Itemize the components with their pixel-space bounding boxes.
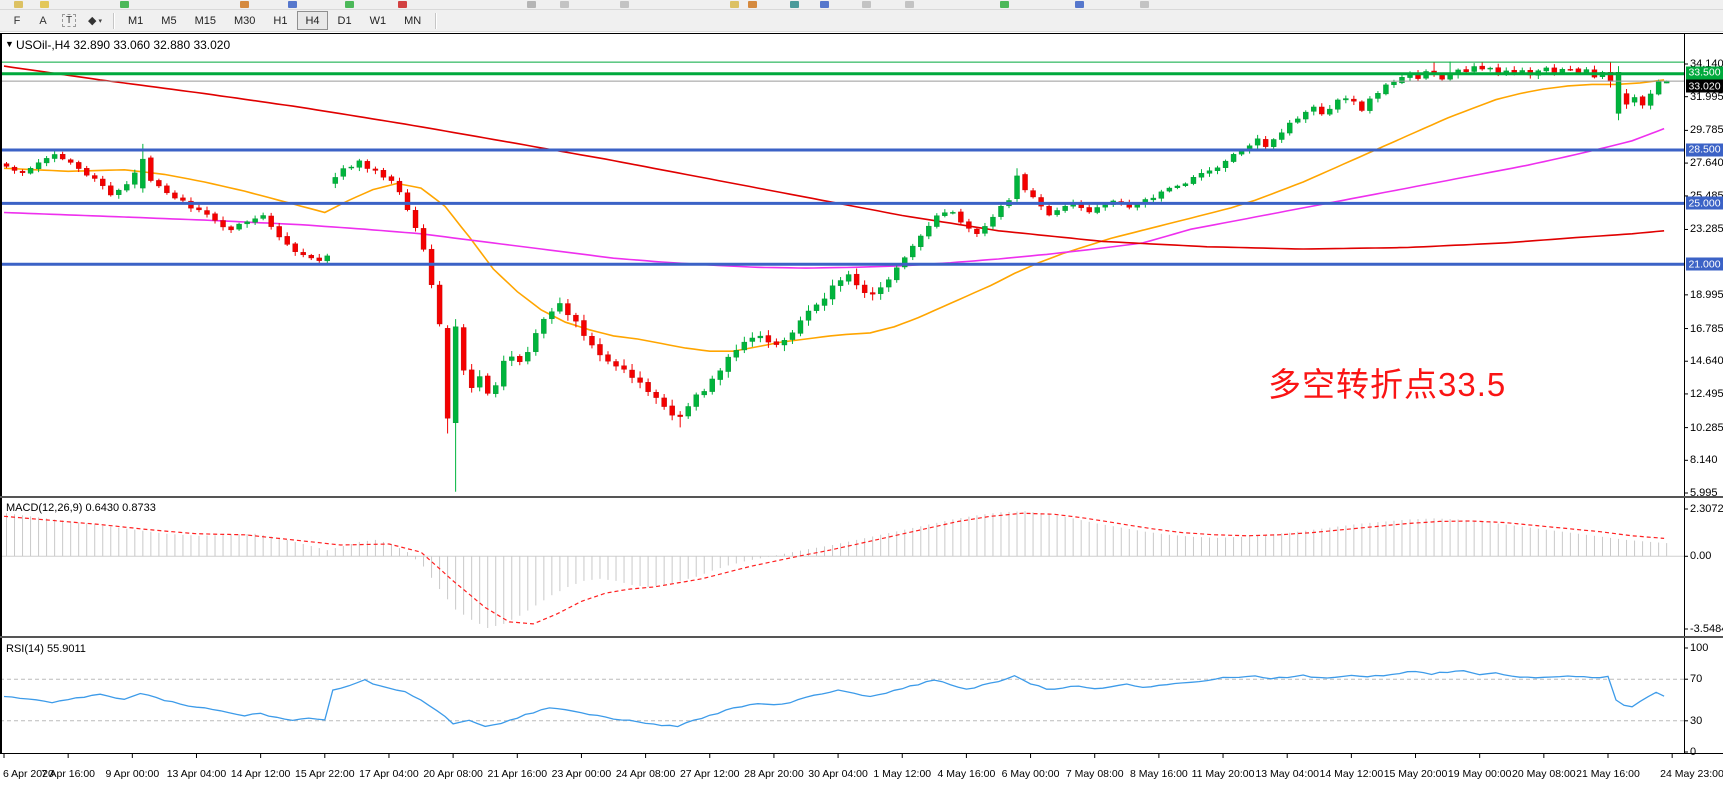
time-tick-label: 13 May 04:00 [1255,768,1319,780]
time-tick-label: 14 Apr 12:00 [231,768,291,780]
price-tick-label: 10.285 [1690,422,1723,434]
pane-separator-rsi[interactable] [0,636,1723,638]
chart-left-border [0,33,2,753]
time-tick-label: 9 Apr 00:00 [105,768,159,780]
price-tick-label: 12.495 [1690,388,1723,400]
price-line-badge: 33.500 [1686,66,1723,79]
rsi-tick-label: 70 [1690,673,1702,685]
time-tick-label: 17 Apr 04:00 [359,768,419,780]
price-tick-label: 14.640 [1690,355,1723,367]
rsi-pane [0,671,1684,727]
macd-indicator-label: MACD(12,26,9) 0.6430 0.8733 [6,502,156,514]
mt4-window: FAT◆▾ M1M5M15M30H1H4D1W1MN ▼ USOil-,H4 3… [0,0,1723,786]
rsi-tick-label: 30 [1690,715,1702,727]
price-tick-label: 8.140 [1690,454,1718,466]
macd-signal-line [4,513,1664,624]
chart-annotation-text: 多空转折点33.5 [1268,358,1506,406]
rsi-tick-label: 0 [1690,746,1696,758]
rsi-tick-label: 100 [1690,642,1708,654]
price-tick-label: 23.285 [1690,223,1723,235]
time-tick-label: 24 Apr 08:00 [616,768,676,780]
time-axis-border [0,753,1723,754]
price-tick-label: 27.640 [1690,157,1723,169]
time-tick-label: 14 May 12:00 [1320,768,1384,780]
time-tick-label: 7 May 08:00 [1066,768,1124,780]
candles-layer [4,62,1669,492]
price-line-badge: 25.000 [1686,197,1723,210]
rsi-indicator-label: RSI(14) 55.9011 [6,643,86,655]
price-line-badge: 28.500 [1686,143,1723,156]
price-line-badge: 21.000 [1686,258,1723,271]
horizontal-lines-layer [0,62,1684,264]
time-tick-label: 28 Apr 20:00 [744,768,804,780]
chart-title-ohlc: USOil-,H4 32.890 33.060 32.880 33.020 [16,38,230,52]
time-tick-label: 6 May 00:00 [1002,768,1060,780]
price-axis-border [1684,33,1685,753]
price-tick-label: 18.995 [1690,289,1723,301]
pane-separator-macd[interactable] [0,496,1723,498]
time-tick-label: 21 May 16:00 [1576,768,1640,780]
symbol-dropdown-icon[interactable]: ▼ [5,39,14,49]
time-tick-label: 15 Apr 22:00 [295,768,355,780]
time-tick-label: 13 Apr 04:00 [167,768,227,780]
time-tick-label: 1 May 12:00 [873,768,931,780]
macd-pane [0,511,1684,628]
time-tick-label: 4 May 16:00 [937,768,995,780]
time-tick-label: 11 May 20:00 [1192,768,1255,780]
time-tick-label: 7 Apr 16:00 [41,768,95,780]
time-tick-label: 19 May 00:00 [1448,768,1512,780]
price-line-badge: 33.020 [1686,80,1723,93]
time-tick-label: 21 Apr 16:00 [487,768,547,780]
macd-tick-label: 2.3072 [1690,503,1723,515]
price-tick-label: 5.995 [1690,487,1718,499]
time-tick-label: 15 May 20:00 [1384,768,1448,780]
time-tick-label: 27 Apr 12:00 [680,768,740,780]
time-tick-label: 24 May 23:00 [1660,768,1723,780]
price-tick-label: 16.785 [1690,323,1723,335]
time-tick-label: 30 Apr 04:00 [808,768,868,780]
time-tick-label: 23 Apr 00:00 [552,768,612,780]
price-tick-label: 29.785 [1690,124,1723,136]
ma-fast-orange [4,80,1664,351]
time-tick-label: 20 Apr 08:00 [423,768,483,780]
time-tick-label: 8 May 16:00 [1130,768,1188,780]
macd-tick-label: -3.5484 [1690,623,1723,635]
moving-averages-layer [4,66,1664,351]
chart-top-border [0,33,1723,34]
time-tick-label: 20 May 08:00 [1512,768,1576,780]
macd-tick-label: 0.00 [1690,550,1711,562]
